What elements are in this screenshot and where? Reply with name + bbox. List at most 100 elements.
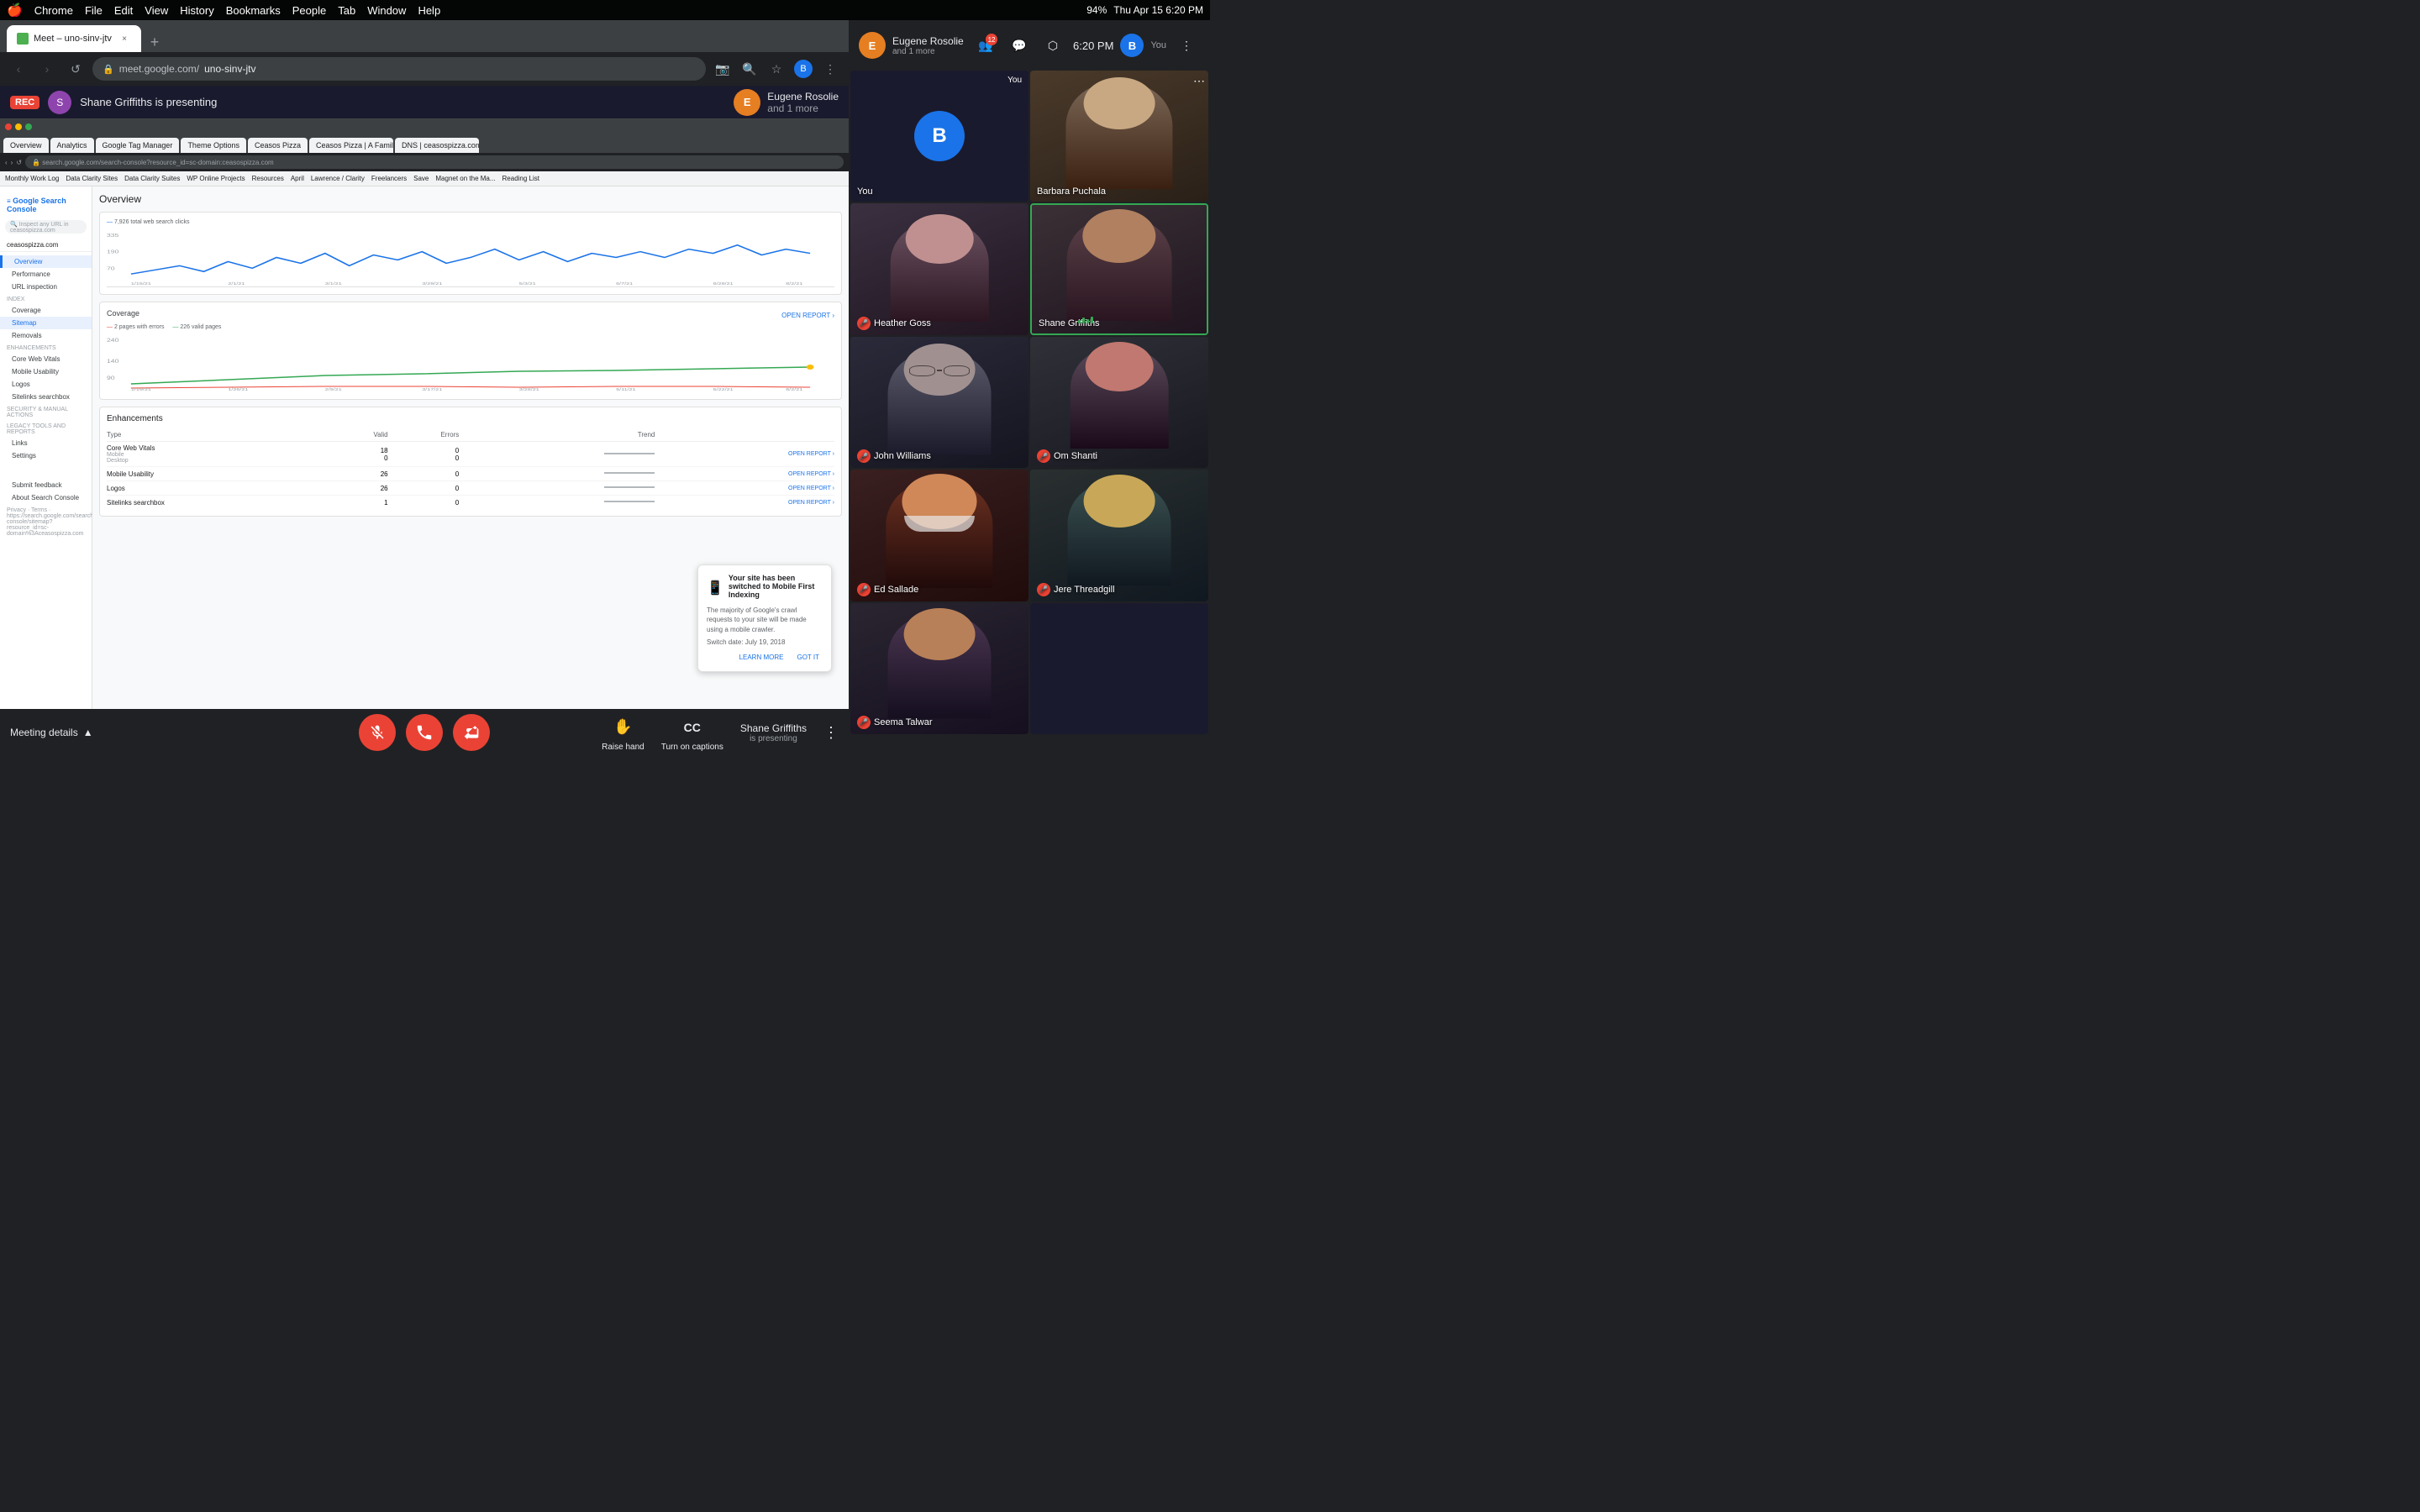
- svg-text:140: 140: [107, 358, 118, 364]
- cast-icon[interactable]: 📷: [711, 57, 734, 81]
- back-button[interactable]: ‹: [7, 57, 30, 81]
- captions-button[interactable]: CC Turn on captions: [661, 714, 723, 752]
- svg-text:3/17/21: 3/17/21: [422, 387, 443, 392]
- learn-more-button[interactable]: LEARN MORE: [736, 652, 787, 663]
- logos-open-report[interactable]: OPEN REPORT ›: [655, 481, 834, 496]
- gsc-nav-coverage[interactable]: Coverage: [0, 304, 92, 317]
- window-menu[interactable]: Window: [367, 4, 406, 17]
- url-protocol: meet.google.com/: [119, 63, 199, 75]
- new-tab-button[interactable]: +: [145, 32, 165, 52]
- table-row: Core Web Vitals Mobile Desktop 18 0: [107, 442, 834, 467]
- edit-menu[interactable]: Edit: [114, 4, 133, 17]
- options-icon[interactable]: ⋮: [1173, 32, 1200, 59]
- gsc-nav-links[interactable]: Links: [0, 437, 92, 449]
- apple-menu[interactable]: 🍎: [7, 3, 23, 18]
- tab-close-button[interactable]: ×: [118, 32, 131, 45]
- inner-tab-family: Ceasos Pizza | A Family...: [309, 138, 393, 153]
- jere-name: 🎤 Jere Threadgill: [1037, 583, 1115, 596]
- camera-button[interactable]: [453, 714, 490, 751]
- header-username: Eugene Rosolie: [892, 35, 964, 47]
- participant-om: 🎤 Om Shanti: [1030, 337, 1208, 468]
- url-bar[interactable]: 🔒 meet.google.com/ uno-sinv-jtv: [92, 57, 706, 81]
- gsc-nav-sitelinks[interactable]: Sitelinks searchbox: [0, 391, 92, 403]
- tab-menu[interactable]: Tab: [338, 4, 355, 17]
- inner-tab-gtm: Google Tag Manager: [96, 138, 180, 153]
- help-menu[interactable]: Help: [418, 4, 440, 17]
- seema-muted-icon: 🎤: [857, 716, 871, 729]
- bookmarks-menu[interactable]: Bookmarks: [226, 4, 281, 17]
- you-label-header: You: [1150, 40, 1166, 50]
- svg-text:5/11/21: 5/11/21: [616, 387, 636, 392]
- svg-text:2/9/21: 2/9/21: [325, 387, 343, 392]
- raise-hand-button[interactable]: ✋ Raise hand: [602, 714, 644, 752]
- gsc-sidebar: ≡ Google Search Console 🔍 Inspect any UR…: [0, 186, 92, 756]
- user-info: Eugene Rosolie and 1 more: [767, 91, 839, 114]
- browser-window: Meet – uno-sinv-jtv × + ‹ › ↺ 🔒 meet.goo…: [0, 20, 849, 756]
- bookmark-icon[interactable]: ☆: [765, 57, 788, 81]
- cwv-open-report[interactable]: OPEN REPORT ›: [655, 442, 834, 467]
- gsc-security-section: Security & Manual Actions: [0, 403, 92, 420]
- sitelinks-open-report[interactable]: OPEN REPORT ›: [655, 496, 834, 510]
- address-bar: ‹ › ↺ 🔒 meet.google.com/ uno-sinv-jtv 📷 …: [0, 52, 849, 86]
- app-name[interactable]: Chrome: [34, 4, 73, 17]
- participant-barbara: Barbara Puchala ⋯: [1030, 71, 1208, 202]
- gsc-nav-performance[interactable]: Performance: [0, 268, 92, 281]
- gsc-nav-core-vitals[interactable]: Core Web Vitals: [0, 353, 92, 365]
- gsc-nav-logos[interactable]: Logos: [0, 378, 92, 391]
- notif-title: Your site has been switched to Mobile Fi…: [729, 574, 823, 599]
- view-menu[interactable]: View: [145, 4, 168, 17]
- participants-badge: 12: [986, 34, 997, 45]
- raise-hand-icon: ✋: [609, 714, 636, 741]
- gsc-nav-settings[interactable]: Settings: [0, 449, 92, 462]
- jere-muted-icon: 🎤: [1037, 583, 1050, 596]
- coverage-open-report[interactable]: OPEN REPORT ›: [781, 312, 834, 319]
- inner-tab-theme: Theme Options: [181, 138, 246, 153]
- refresh-button[interactable]: ↺: [64, 57, 87, 81]
- menubar: 🍎 Chrome File Edit View History Bookmark…: [0, 0, 1210, 20]
- gsc-nav-about[interactable]: About Search Console: [0, 491, 92, 504]
- inner-dot-green: [25, 123, 32, 130]
- url-path: uno-sinv-jtv: [204, 63, 255, 75]
- more-options-button[interactable]: ⋮: [823, 724, 839, 742]
- mobile-open-report[interactable]: OPEN REPORT ›: [655, 467, 834, 481]
- participant-shane: Shane Griffiths: [1030, 203, 1208, 334]
- chat-icon[interactable]: 💬: [1006, 32, 1033, 59]
- gsc-nav-submit-feedback[interactable]: Submit feedback: [0, 479, 92, 491]
- gsc-nav-url-inspection[interactable]: URL inspection: [0, 281, 92, 293]
- history-menu[interactable]: History: [180, 4, 213, 17]
- profile-icon[interactable]: B: [792, 57, 815, 81]
- inner-dot-red: [5, 123, 12, 130]
- gsc-nav-sitemap[interactable]: Sitemap: [0, 317, 92, 329]
- inner-tabbar: Overview Analytics Google Tag Manager Th…: [0, 134, 849, 153]
- inner-tab-ceasos: Ceasos Pizza: [248, 138, 308, 153]
- file-menu[interactable]: File: [85, 4, 103, 17]
- svg-text:335: 335: [107, 232, 118, 238]
- meeting-details-button[interactable]: Meeting details ▲: [10, 727, 93, 738]
- end-call-button[interactable]: [406, 714, 443, 751]
- recording-badge: REC: [10, 96, 39, 109]
- more-button[interactable]: ⋮: [818, 57, 842, 81]
- gsc-nav-overview[interactable]: Overview: [0, 255, 92, 268]
- time-display: 6:20 PM: [1073, 39, 1113, 52]
- gsc-nav-removals[interactable]: Removals: [0, 329, 92, 342]
- mute-button[interactable]: [359, 714, 396, 751]
- right-controls: ✋ Raise hand CC Turn on captions Shane G…: [602, 714, 839, 752]
- tab-bar: Meet – uno-sinv-jtv × +: [0, 20, 849, 52]
- got-it-button[interactable]: GOT IT: [793, 652, 823, 663]
- search-icon[interactable]: 🔍: [738, 57, 761, 81]
- svg-text:6/7/21: 6/7/21: [616, 281, 634, 286]
- notification-popup: 📱 Your site has been switched to Mobile …: [697, 564, 832, 672]
- active-tab[interactable]: Meet – uno-sinv-jtv ×: [7, 25, 141, 52]
- menubar-left: 🍎 Chrome File Edit View History Bookmark…: [7, 3, 440, 18]
- barbara-options[interactable]: ⋯: [1193, 74, 1205, 88]
- gsc-nav-mobile[interactable]: Mobile Usability: [0, 365, 92, 378]
- people-menu[interactable]: People: [292, 4, 326, 17]
- gsc-domain[interactable]: ceasospizza.com: [0, 239, 92, 252]
- gsc-logo: ≡ Google Search Console: [0, 193, 92, 217]
- inner-addrbar: ‹ › ↺ 🔒 search.google.com/search-console…: [0, 153, 849, 171]
- forward-button[interactable]: ›: [35, 57, 59, 81]
- gsc-search-bar[interactable]: 🔍 Inspect any URL in ceasospizza.com: [5, 220, 87, 234]
- svg-text:1/15/21: 1/15/21: [131, 281, 152, 286]
- gsc-legacy-section: Legacy tools and reports: [0, 420, 92, 437]
- activities-icon[interactable]: ⬡: [1039, 32, 1066, 59]
